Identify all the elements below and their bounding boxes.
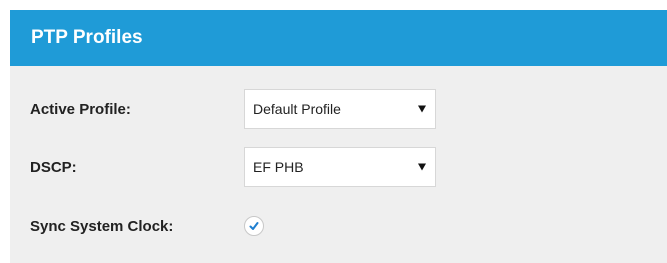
dscp-row: DSCP: EF PHB — [30, 147, 436, 187]
active-profile-select[interactable]: Default Profile — [244, 89, 436, 129]
dropdown-arrow-icon — [418, 105, 426, 113]
active-profile-value: Default Profile — [253, 101, 341, 117]
dscp-value: EF PHB — [253, 159, 304, 175]
sync-system-clock-checkbox[interactable] — [244, 216, 264, 236]
dropdown-arrow-icon — [418, 163, 426, 171]
dscp-label: DSCP: — [30, 158, 77, 176]
active-profile-row: Active Profile: Default Profile — [30, 89, 436, 129]
sync-system-clock-label: Sync System Clock: — [30, 217, 174, 235]
active-profile-label: Active Profile: — [30, 100, 131, 118]
check-icon — [249, 222, 259, 230]
dscp-select[interactable]: EF PHB — [244, 147, 436, 187]
panel-title: PTP Profiles — [31, 27, 143, 48]
panel-header: PTP Profiles — [10, 10, 667, 66]
sync-system-clock-row: Sync System Clock: — [30, 216, 264, 236]
ptp-profiles-panel: PTP Profiles Active Profile: Default Pro… — [10, 10, 667, 263]
